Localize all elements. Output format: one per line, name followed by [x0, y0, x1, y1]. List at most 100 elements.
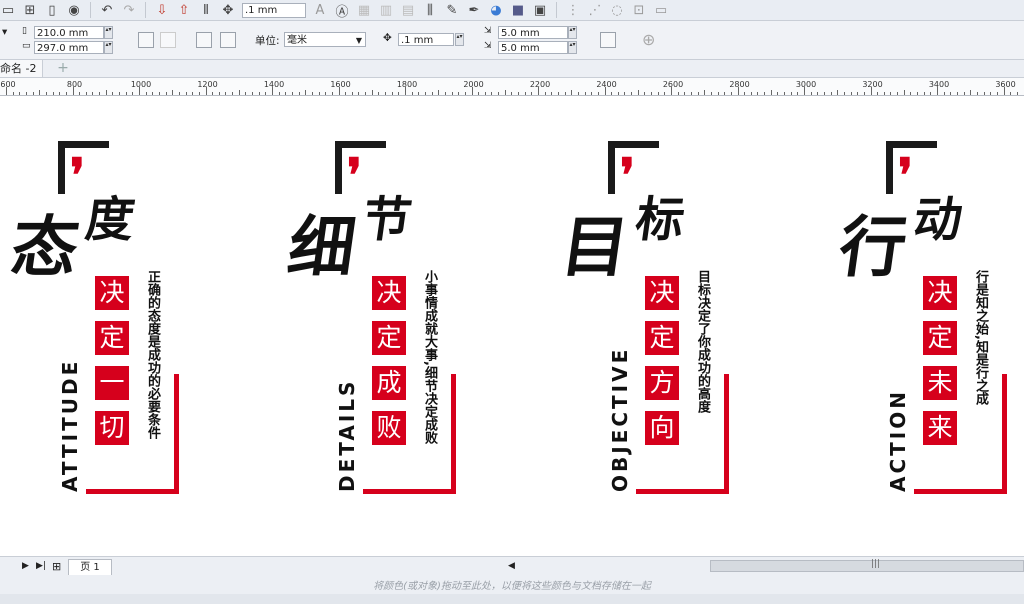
dup-y-spinner[interactable]: ▴▾: [568, 41, 577, 54]
pdf-icon[interactable]: ▣: [532, 2, 548, 18]
option-icon[interactable]: ⊡: [631, 2, 647, 18]
page-width-input[interactable]: 210.0 mm: [34, 26, 104, 39]
ruler-tick: [52, 92, 54, 95]
ruler-tick: [637, 90, 639, 95]
ruler-tick: [571, 90, 573, 95]
red-box-char: 向: [645, 411, 679, 445]
bars-icon[interactable]: ⦀: [198, 2, 214, 18]
nudge-spinner[interactable]: ▴▾: [455, 33, 464, 46]
ruler-tick: [158, 92, 160, 95]
ruler-tick: [531, 92, 533, 95]
ruler-tick: [644, 92, 646, 95]
duplicate-y-input[interactable]: 5.0 mm: [498, 41, 568, 54]
ruler-tick: [724, 92, 726, 95]
red-box-char: 决: [95, 276, 129, 310]
ruler-tick: [345, 92, 347, 95]
next-page-icon[interactable]: ▶: [22, 561, 29, 571]
ruler-tick: [863, 92, 865, 95]
snap-icon[interactable]: ⋰: [587, 2, 603, 18]
ruler-tick: [438, 90, 440, 95]
page-tab-1[interactable]: 页 1: [68, 559, 112, 575]
ruler-tick: [385, 92, 387, 95]
ruler-tick: [212, 92, 214, 95]
red-box-char: 决: [923, 276, 957, 310]
duplicate-x-input[interactable]: 5.0 mm: [498, 26, 568, 39]
fill-icon[interactable]: ▤: [400, 2, 416, 18]
column-icon[interactable]: ⫼: [422, 2, 438, 18]
nudge-icon[interactable]: ✥: [220, 2, 236, 18]
ruler-tick: [311, 92, 313, 95]
page-border-button[interactable]: [600, 32, 616, 48]
ruler-tick: [837, 90, 839, 95]
ruler-tick: [996, 92, 998, 95]
add-icon[interactable]: ⊕: [642, 30, 655, 49]
quote-mark: ❜: [898, 148, 913, 202]
edit-icon[interactable]: ✎: [444, 2, 460, 18]
english-word: ACTION: [886, 389, 910, 492]
undo-icon[interactable]: ↶: [99, 2, 115, 18]
ruler-tick: [378, 92, 380, 95]
page-icon[interactable]: ▯: [44, 2, 60, 18]
ruler-tick: [252, 92, 254, 95]
import-icon[interactable]: ⇩: [154, 2, 170, 18]
ruler-tick: [624, 92, 626, 95]
redo-icon[interactable]: ↷: [121, 2, 137, 18]
ruler-tick: [458, 92, 460, 95]
ruler-tick: [471, 87, 473, 95]
ruler-label: 2200: [529, 80, 551, 89]
nudge-icon: ✥: [383, 32, 392, 44]
red-box-char: 方: [645, 366, 679, 400]
fill-icon[interactable]: ▥: [378, 2, 394, 18]
docker-icon[interactable]: ▭: [653, 2, 669, 18]
ruler-tick: [717, 92, 719, 95]
ruler-label: 2400: [596, 80, 617, 89]
units-select[interactable]: 毫米 ▼: [284, 32, 366, 47]
current-page-button[interactable]: [220, 32, 236, 48]
ruler-tick: [351, 92, 353, 95]
swatch-icon[interactable]: ■: [510, 2, 526, 18]
ruler-tick: [970, 90, 972, 95]
grid-icon[interactable]: ⋮: [565, 2, 581, 18]
add-page-icon[interactable]: ⊞: [52, 560, 61, 573]
ruler-tick: [790, 92, 792, 95]
color-wheel-icon[interactable]: ◕: [488, 2, 504, 18]
pen-icon[interactable]: ✒: [466, 2, 482, 18]
horizontal-scrollbar[interactable]: |||: [710, 559, 1024, 572]
height-icon: ▭: [22, 41, 31, 51]
color-palette-hint: 将颜色(或对象)拖动至此处，以便将这些颜色与文档存储在一起: [373, 581, 651, 592]
scroll-left-icon[interactable]: ◀: [508, 561, 515, 571]
ruler-label: 3600: [995, 80, 1016, 89]
cmyk-icon[interactable]: ◌: [609, 2, 625, 18]
horizontal-ruler[interactable]: 600 800 1000 1200 1400 1600 1800 2000 2200 2400 26…: [0, 78, 1024, 96]
ruler-tick: [830, 92, 832, 95]
glyph-icon[interactable]: Ⓐ: [334, 2, 350, 20]
ruler-tick: [770, 90, 772, 95]
view-icon[interactable]: ◉: [66, 2, 82, 18]
nudge-offset-input[interactable]: .1 mm: [242, 2, 306, 18]
add-tab-button[interactable]: +: [56, 61, 70, 75]
ruler-tick: [32, 92, 34, 95]
ruler-tick: [797, 92, 799, 95]
nudge-distance-input[interactable]: .1 mm: [398, 33, 454, 46]
drawing-canvas[interactable]: ❜ 态度决定一切 正确的态度是成功的必要条件 ATTITUDE ❜ 细节决定成败 小事情成就…: [0, 96, 1024, 556]
red-box-char: 定: [372, 321, 406, 355]
all-pages-button[interactable]: [196, 32, 212, 48]
ruler-tick: [79, 92, 81, 95]
width-spinner[interactable]: ▴▾: [104, 26, 113, 39]
height-spinner[interactable]: ▴▾: [104, 41, 113, 54]
new-page-icon[interactable]: ⊞: [22, 2, 38, 18]
ruler-tick: [1010, 92, 1012, 95]
text-size-icon[interactable]: A: [312, 2, 328, 18]
ruler-tick: [371, 90, 373, 95]
portrait-button[interactable]: [138, 32, 154, 48]
export-icon[interactable]: ⇧: [176, 2, 192, 18]
vertical-slogan: 目标决定了你成功的高度: [695, 270, 710, 413]
tab-document[interactable]: 命名 -2: [0, 60, 44, 77]
headline-char-2: 度: [82, 192, 138, 248]
landscape-button[interactable]: [160, 32, 176, 48]
last-page-icon[interactable]: ▶|: [36, 561, 46, 571]
dup-x-spinner[interactable]: ▴▾: [568, 26, 577, 39]
save-icon[interactable]: ▭: [0, 2, 16, 18]
page-height-input[interactable]: 297.0 mm: [34, 41, 104, 54]
fill-icon[interactable]: ▦: [356, 2, 372, 18]
